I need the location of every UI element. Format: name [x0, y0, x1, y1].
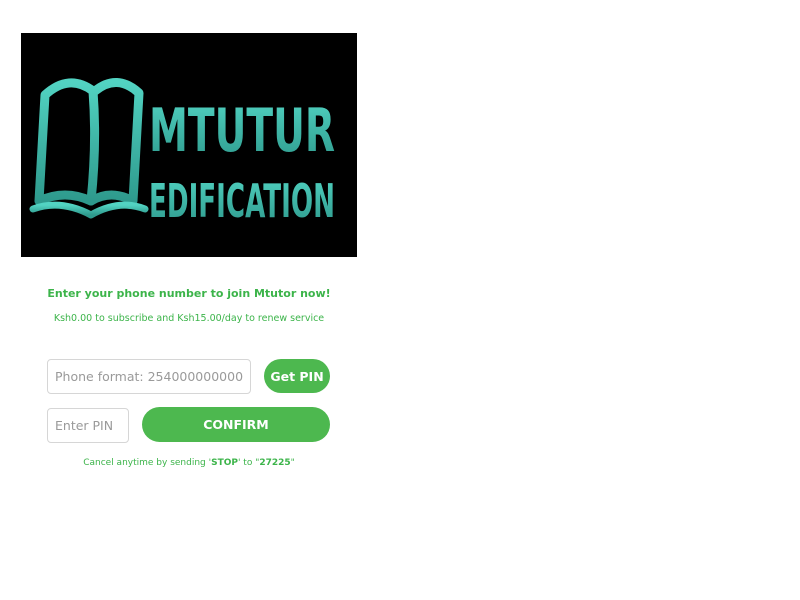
phone-input[interactable] [47, 359, 251, 394]
brand-logo: MTUTUR EDIFICATION [21, 33, 357, 257]
open-book-icon [29, 78, 149, 219]
logo-subtitle: EDIFICATION [149, 174, 335, 228]
logo-title: MTUTUR [149, 96, 335, 166]
cancel-note: Cancel anytime by sending 'STOP' to "272… [21, 458, 357, 468]
confirm-button[interactable]: CONFIRM [142, 407, 330, 442]
cancel-note-prefix: Cancel anytime by sending ' [83, 458, 212, 468]
cancel-note-suffix: " [290, 458, 295, 468]
pin-input[interactable] [47, 408, 129, 443]
cancel-shortcode: 27225 [259, 458, 291, 468]
cancel-keyword: STOP [211, 458, 238, 468]
cancel-note-middle: ' to " [237, 458, 260, 468]
signup-headline: Enter your phone number to join Mtutor n… [47, 287, 331, 300]
get-pin-button[interactable]: Get PIN [264, 359, 330, 393]
logo-graphic: MTUTUR EDIFICATION [29, 78, 335, 228]
page: MTUTUR EDIFICATION Enter your phone numb… [0, 0, 800, 600]
pricing-text: Ksh0.00 to subscribe and Ksh15.00/day to… [53, 313, 325, 324]
